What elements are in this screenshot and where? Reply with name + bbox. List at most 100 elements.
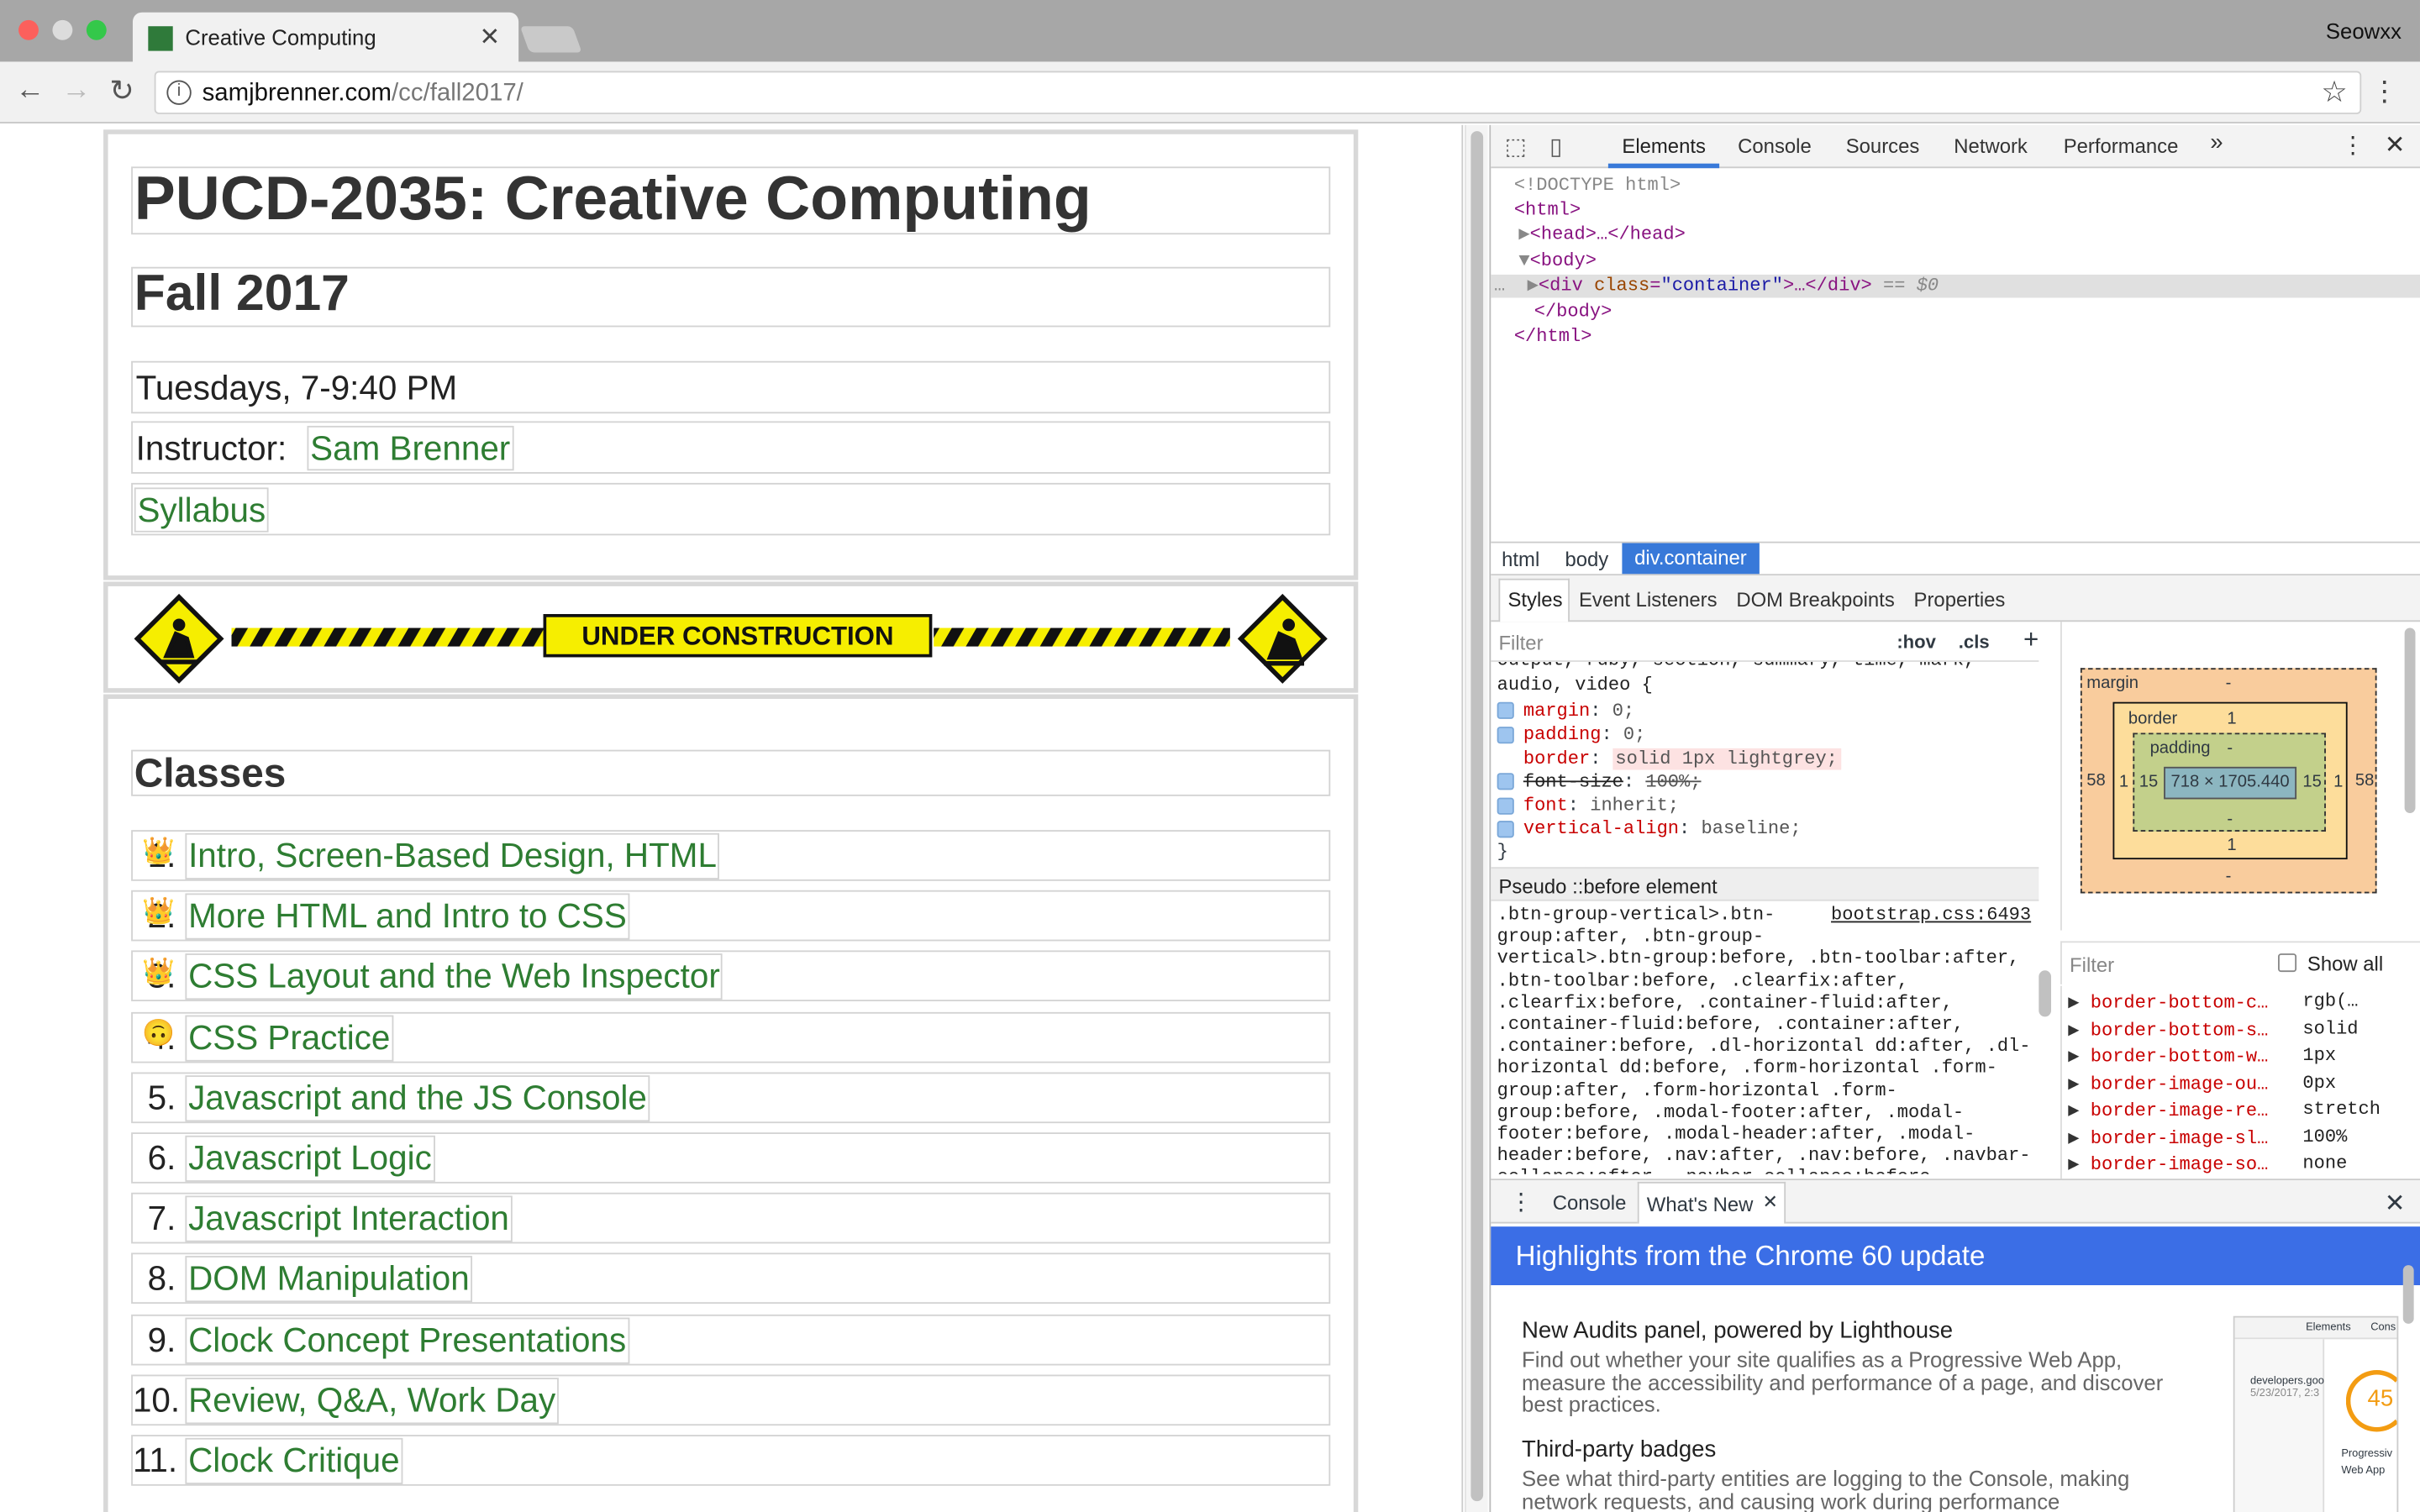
whats-new-item-2-title[interactable]: Third-party badges <box>1522 1436 2170 1462</box>
forward-arrow-icon[interactable]: → <box>61 74 91 108</box>
page-scrollbar[interactable] <box>1465 124 1488 1512</box>
computed-filter-input[interactable]: Filter <box>2070 953 2114 977</box>
subtab-dom-breakpoints[interactable]: DOM Breakpoints <box>1736 588 1894 612</box>
term-heading: Fall 2017 <box>131 264 1331 328</box>
styles-filter-input[interactable]: Filter <box>1498 631 1543 654</box>
dom-html-close[interactable]: </html> <box>1514 324 1592 349</box>
close-window-button[interactable] <box>18 19 39 40</box>
class-number: 5. <box>147 1078 176 1117</box>
drawer-menu-icon[interactable]: ⋮ <box>1509 1188 1533 1215</box>
declaration-checkbox[interactable] <box>1497 726 1514 743</box>
highlights-banner: Highlights from the Chrome 60 update <box>1491 1226 2420 1285</box>
computed-property-row[interactable]: ▶ border-bottom-w… 1px <box>2068 1044 2420 1068</box>
browser-tab[interactable]: Creative Computing ✕ <box>132 12 519 64</box>
class-link[interactable]: Intro, Screen-Based Design, HTML <box>185 832 720 879</box>
scrollbar-thumb[interactable] <box>1470 131 1484 1502</box>
reload-icon[interactable]: ↻ <box>109 74 134 109</box>
declaration-checkbox[interactable] <box>1497 796 1514 814</box>
favicon-icon <box>148 26 173 51</box>
crumb-div-container[interactable]: div.container <box>1622 543 1760 575</box>
pseudo-selector-line: .clearfix:before, .container-fluid:after… <box>1497 991 1953 1014</box>
class-link[interactable]: Javascript Logic <box>185 1135 435 1182</box>
dom-html-open[interactable]: <html> <box>1514 197 1581 223</box>
declaration-checkbox[interactable] <box>1497 773 1514 790</box>
drawer-tab-whats-new[interactable]: What's New <box>1647 1193 1754 1216</box>
computed-property-row[interactable]: ▶ border-image-so… none <box>2068 1152 2420 1176</box>
zoom-window-button[interactable] <box>86 19 107 40</box>
style-declaration[interactable]: margin: 0; <box>1497 701 1841 724</box>
declaration-checkbox[interactable] <box>1497 702 1514 720</box>
subtab-styles[interactable]: Styles <box>1507 588 1562 612</box>
computed-property-row[interactable]: ▶ border-bottom-s… solid <box>2068 1017 2420 1041</box>
hov-toggle[interactable]: :hov <box>1897 631 1936 653</box>
thumb-score: 45 <box>2367 1385 2394 1412</box>
drawer-tab-console[interactable]: Console <box>1553 1191 1627 1215</box>
class-link[interactable]: CSS Layout and the Web Inspector <box>185 953 723 1000</box>
class-link[interactable]: More HTML and Intro to CSS <box>185 893 630 940</box>
instructor-row: Instructor: Sam Brenner <box>131 421 1331 474</box>
computed-property-row[interactable]: ▶ border-image-re… stretch <box>2068 1099 2420 1122</box>
whats-new-tab[interactable]: What's New ✕ <box>1637 1181 1786 1224</box>
minimize-window-button[interactable] <box>52 19 73 40</box>
cls-toggle[interactable]: .cls <box>1959 631 1990 653</box>
dom-div-container[interactable]: … ▶<div class="container">…</div> == $0 <box>1494 273 1939 298</box>
style-declaration[interactable]: border: solid 1px lightgrey; <box>1497 748 1841 771</box>
drawer-scrollbar[interactable] <box>2402 1265 2414 1324</box>
new-style-rule-icon[interactable]: + <box>2023 625 2039 656</box>
show-all-checkbox[interactable] <box>2278 953 2297 973</box>
crumb-html[interactable]: html <box>1502 548 1539 571</box>
subtab-properties[interactable]: Properties <box>1914 588 2006 612</box>
computed-property-row[interactable]: ▶ border-image-ou… 0px <box>2068 1072 2420 1095</box>
back-arrow-icon[interactable]: ← <box>15 74 45 108</box>
whats-new-item-1-body: Find out whether your site qualifies as … <box>1522 1347 2164 1417</box>
class-link[interactable]: Clock Concept Presentations <box>185 1316 629 1363</box>
pseudo-selector-line: group:before, .modal-footer:after, .moda… <box>1497 1101 1965 1123</box>
browser-toolbar: ← → ↻ i samjbrenner.com/cc/fall2017/ ☆ ⋮ <box>0 61 2420 123</box>
close-whats-new-icon[interactable]: ✕ <box>1763 1191 1778 1213</box>
class-list-item: 3. CSS Layout and the Web Inspector 👑 <box>131 951 1331 1002</box>
style-declaration[interactable]: font: inherit; <box>1497 795 1841 818</box>
pseudo-selector-line: footer:before, .modal-header:after, .mod… <box>1497 1123 1975 1145</box>
dom-body-close[interactable]: </body> <box>1534 299 1612 324</box>
instructor-link[interactable]: Sam Brenner <box>307 425 513 471</box>
browser-menu-icon[interactable]: ⋮ <box>2370 76 2398 108</box>
pseudo-selector-line: .btn-toolbar:before, .clearfix:after, <box>1497 969 1909 992</box>
crumb-body[interactable]: body <box>1565 548 1608 571</box>
bookmark-star-icon[interactable]: ☆ <box>2321 76 2347 111</box>
computed-property-row[interactable]: ▶ border-bottom-c… rgb(… <box>2068 990 2420 1014</box>
close-tab-icon[interactable]: ✕ <box>479 22 500 53</box>
class-link[interactable]: Javascript and the JS Console <box>185 1074 650 1121</box>
boxmodel-scrollbar[interactable] <box>2404 627 2416 813</box>
class-link[interactable]: DOM Manipulation <box>185 1256 473 1303</box>
style-declaration[interactable]: vertical-align: baseline; <box>1497 818 1841 842</box>
dom-head[interactable]: ▶<head>…</head> <box>1518 222 1685 247</box>
class-link[interactable]: Javascript Interaction <box>185 1195 513 1242</box>
site-info-icon[interactable]: i <box>166 80 192 105</box>
dom-body-open[interactable]: ▼<body> <box>1518 249 1597 274</box>
class-link[interactable]: Clock Critique <box>185 1437 403 1484</box>
styles-rules: output, ruby, section, summary, time, ma… <box>1491 662 2039 867</box>
address-bar[interactable]: i samjbrenner.com/cc/fall2017/ ☆ <box>154 71 2362 114</box>
syllabus-link[interactable]: Syllabus <box>134 487 269 533</box>
dom-doctype: <!DOCTYPE html> <box>1513 174 1681 197</box>
profile-name[interactable]: Seowxx <box>2326 18 2402 43</box>
class-number: 6. <box>147 1138 176 1178</box>
styles-scrollbar[interactable] <box>2039 970 2052 1017</box>
instructor-label: Instructor: <box>135 428 287 468</box>
drawer-tabbar: ⋮ Console What's New ✕ ✕ <box>1491 1180 2420 1224</box>
new-tab-button[interactable] <box>519 26 582 53</box>
box-model-pane: margin - - 58 58 border 1 1 1 1 padding … <box>2060 622 2420 931</box>
style-declaration[interactable]: padding: 0; <box>1497 724 1841 748</box>
show-all-label: Show all <box>2307 952 2384 975</box>
close-drawer-icon[interactable]: ✕ <box>2385 1188 2406 1219</box>
class-link[interactable]: Review, Q&A, Work Day <box>185 1377 559 1424</box>
worker-sign-left-icon <box>134 593 224 684</box>
pseudo-selector-line: .btn-group-vertical>.btn- <box>1497 904 1776 927</box>
class-link[interactable]: CSS Practice <box>185 1014 394 1061</box>
subtab-event-listeners[interactable]: Event Listeners <box>1579 588 1718 612</box>
whats-new-item-1-title[interactable]: New Audits panel, powered by Lighthouse <box>1522 1318 2170 1344</box>
pseudo-selector-line: collapse:after, .navbar-collapse:before, <box>1497 1167 2031 1173</box>
style-declaration[interactable]: font-size: 100%; <box>1497 771 1841 795</box>
computed-property-row[interactable]: ▶ border-image-sl… 100% <box>2068 1126 2420 1149</box>
declaration-checkbox[interactable] <box>1497 820 1514 837</box>
